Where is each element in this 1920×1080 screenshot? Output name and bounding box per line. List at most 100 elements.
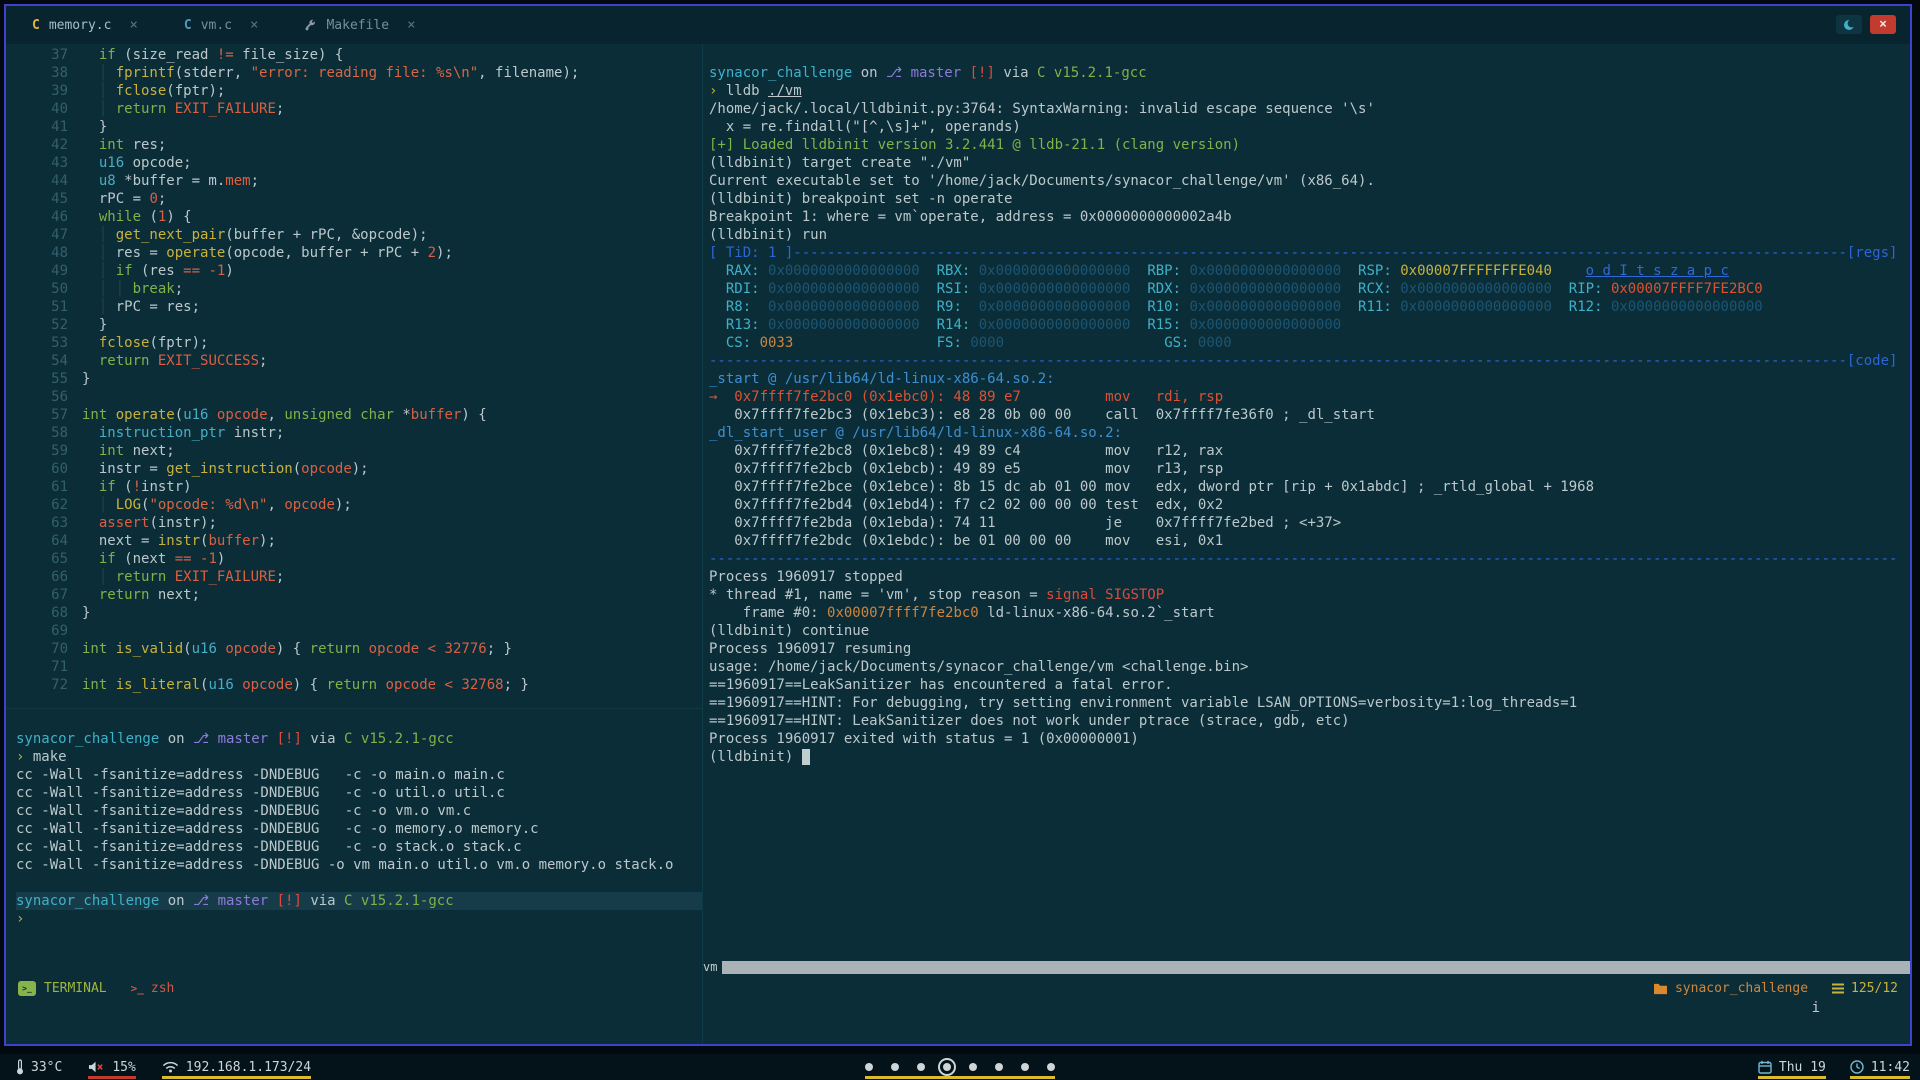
terminal-line: ==1960917==HINT: LeakSanitizer does not … [709, 713, 1350, 729]
terminal-line: 0x7ffff7fe2bda (0x1ebda): 74 11 je 0x7ff… [709, 515, 1342, 531]
date-value: Thu 19 [1778, 1059, 1826, 1075]
lldb-terminal[interactable]: synacor_challenge on ⎇ master [!] via C … [703, 44, 1910, 766]
terminal-line: 0x7ffff7fe2bc8 (0x1ebc8): 49 89 c4 mov r… [709, 443, 1224, 459]
code-line: 57 int operate(u16 opcode, unsigned char … [12, 406, 702, 424]
workspace-dot[interactable] [1021, 1063, 1029, 1071]
code-line: 48 │ res = operate(opcode, buffer + rPC … [12, 244, 702, 262]
code-line: 46 while (1) { [12, 208, 702, 226]
code-line: 61 if (!instr) [12, 478, 702, 496]
tab-bar: C memory.c × C vm.c × Makefile × × [6, 6, 1910, 44]
line-number: 53 [51, 335, 68, 351]
terminal-line: Current executable set to '/home/jack/Do… [709, 173, 1375, 189]
date-widget: Thu 19 [1757, 1054, 1826, 1080]
code-line: 43 u16 opcode; [12, 154, 702, 172]
line-number: 44 [51, 173, 68, 189]
terminal-line: ----------------------------------------… [709, 551, 1898, 567]
line-number: 65 [51, 551, 68, 567]
line-number: 57 [51, 407, 68, 423]
terminal-line: 0x7ffff7fe2bcb (0x1ebcb): 49 89 e5 mov r… [709, 461, 1224, 477]
workspace-dot[interactable] [969, 1063, 977, 1071]
line-number: 40 [51, 101, 68, 117]
line-number: 41 [51, 119, 68, 135]
code-line: 67 return next; [12, 586, 702, 604]
workspace-dot[interactable] [995, 1063, 1003, 1071]
terminal-line: _start @ /usr/lib64/ld-linux-x86-64.so.2… [709, 371, 1055, 387]
terminal-line: (lldbinit) target create "./vm" [709, 155, 971, 171]
code-line: 56 [12, 388, 702, 406]
workspace-dot-active[interactable] [938, 1058, 956, 1076]
line-number: 69 [51, 623, 68, 639]
volume-widget: 15% [88, 1054, 137, 1080]
workspace-switcher [865, 1054, 1055, 1080]
terminal-line: cc -Wall -fsanitize=address -DNDEBUG -c … [16, 767, 505, 783]
code-line: 50 │ │ break; [12, 280, 702, 298]
code-editor[interactable]: 37 if (size_read != file_size) {38 │ fpr… [12, 46, 702, 694]
code-line: 62 │ LOG("opcode: %d\n", opcode); [12, 496, 702, 514]
code-line: 40 │ return EXIT_FAILURE; [12, 100, 702, 118]
c-file-icon: C [32, 17, 40, 33]
wifi-icon [162, 1061, 179, 1073]
lines-icon [1832, 983, 1845, 994]
code-line: 68} [12, 604, 702, 622]
mode-indicator: TERMINAL [44, 980, 107, 996]
code-line: 72 int is_literal(u16 opcode) { return op… [12, 676, 702, 694]
line-number: 50 [51, 281, 68, 297]
workspace-dot[interactable] [1047, 1063, 1055, 1071]
line-number: 51 [51, 299, 68, 315]
tab-close-icon[interactable]: × [250, 17, 258, 33]
code-line: 47 │ get_next_pair(buffer + rPC, &opcode… [12, 226, 702, 244]
horizontal-split-divider[interactable] [6, 708, 702, 709]
terminal-line: › [16, 911, 25, 927]
code-line: 70 int is_valid(u16 opcode) { return opco… [12, 640, 702, 658]
tab-vm-c[interactable]: C vm.c × [184, 17, 259, 33]
buffer-name: vm [703, 960, 718, 974]
terminal-line: (lldbinit) continue [709, 623, 870, 639]
terminal-line: synacor_challenge on ⎇ master [!] via C … [16, 731, 454, 747]
close-window-button[interactable]: × [1870, 15, 1896, 34]
terminal-line: cc -Wall -fsanitize=address -DNDEBUG -c … [16, 821, 539, 837]
code-line: 64 next = instr(buffer); [12, 532, 702, 550]
code-line: 39 │ fclose(fptr); [12, 82, 702, 100]
terminal-line: Process 1960917 resuming [709, 641, 912, 657]
code-line: 58 instruction_ptr instr; [12, 424, 702, 442]
workspace-dot[interactable] [891, 1063, 899, 1071]
tab-close-icon[interactable]: × [129, 17, 137, 33]
shell-icon: >_ [130, 981, 144, 995]
shell-terminal[interactable]: synacor_challenge on ⎇ master [!] via C … [16, 730, 702, 928]
terminal-line: Breakpoint 1: where = vm`operate, addres… [709, 209, 1232, 225]
crescent-icon [1844, 18, 1855, 30]
terminal-line: synacor_challenge on ⎇ master [!] via C … [16, 892, 702, 910]
code-line: 42 int res; [12, 136, 702, 154]
temperature-widget: 33°C [16, 1054, 62, 1080]
workspace-dot[interactable] [865, 1063, 873, 1071]
tab-memory-c[interactable]: C memory.c × [32, 17, 138, 33]
code-line: 38 │ fprintf(stderr, "error: reading fil… [12, 64, 702, 82]
terminal-line: › lldb ./vm [709, 83, 802, 99]
line-number: 48 [51, 245, 68, 261]
workspace-dot[interactable] [917, 1063, 925, 1071]
terminal-line: ==1960917==HINT: For debugging, try sett… [709, 695, 1578, 711]
shell-name: zsh [150, 980, 175, 996]
volume-muted-icon [88, 1060, 105, 1074]
line-number: 71 [51, 659, 68, 675]
right-pane: synacor_challenge on ⎇ master [!] via C … [703, 44, 1910, 1044]
tab-makefile[interactable]: Makefile × [304, 17, 416, 33]
tab-close-icon[interactable]: × [407, 17, 415, 33]
line-number: 42 [51, 137, 68, 153]
pending-command: i [1811, 1000, 1820, 1016]
code-line: 52 } [12, 316, 702, 334]
code-line: 65 if (next == -1) [12, 550, 702, 568]
pane-toggle-button[interactable] [1836, 15, 1862, 34]
line-number: 62 [51, 497, 68, 513]
terminal-line: cc -Wall -fsanitize=address -DNDEBUG -c … [16, 785, 505, 801]
statusbar-fill [722, 960, 1910, 974]
line-number: 66 [51, 569, 68, 585]
temperature-value: 33°C [31, 1059, 63, 1075]
code-line: 53 fclose(fptr); [12, 334, 702, 352]
terminal-line: RAX: 0x0000000000000000 RBX: 0x000000000… [709, 263, 1729, 279]
terminal-line: CS: 0033 FS: 0000 GS: 0000 [709, 335, 1232, 351]
code-line: 71 [12, 658, 702, 676]
terminal-mode-icon: >_ [18, 980, 36, 996]
terminal-line: cc -Wall -fsanitize=address -DNDEBUG -c … [16, 839, 522, 855]
